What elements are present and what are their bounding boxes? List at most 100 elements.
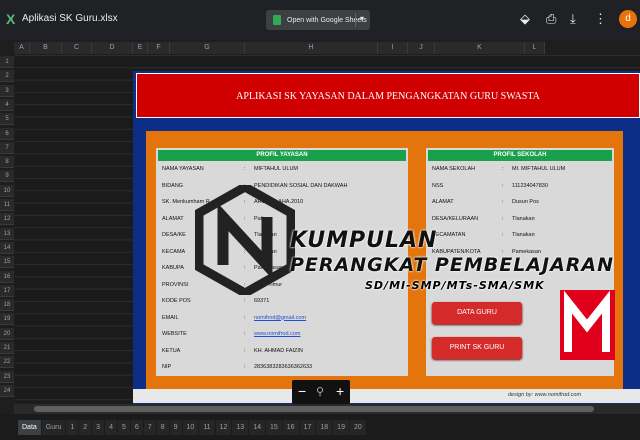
sheet-tab[interactable]: 16: [282, 419, 299, 435]
row-header[interactable]: 4: [0, 98, 14, 111]
sheet-tab[interactable]: 12: [215, 419, 232, 435]
row-header[interactable]: 22: [0, 356, 14, 369]
field-colon: :: [502, 166, 504, 172]
sheet-tab[interactable]: 13: [232, 419, 249, 435]
row-header[interactable]: 3: [0, 84, 14, 97]
row-header[interactable]: 6: [0, 127, 14, 140]
row-header[interactable]: 23: [0, 370, 14, 383]
field-label: DESA/KELURAAN: [432, 215, 479, 222]
row-header[interactable]: 15: [0, 256, 14, 269]
column-header[interactable]: J: [408, 42, 435, 54]
download-icon[interactable]: ⤓: [570, 12, 576, 26]
open-with-sheets-button[interactable]: Open with Google Sheets ▾: [266, 10, 370, 30]
column-header[interactable]: A: [14, 42, 30, 54]
row-header[interactable]: 19: [0, 313, 14, 326]
field-colon: :: [244, 347, 246, 354]
sheet-tab[interactable]: 7: [143, 419, 156, 435]
sheet-tabs: Data Guru 1 2 3 4 5 6 7 8 9 10 11 12 13 14 15 16 17 18 19 20: [0, 414, 640, 440]
field-value: 69371: [254, 298, 270, 304]
field-label: WEBSITE: [162, 331, 187, 337]
print-icon[interactable]: ⎙: [546, 12, 556, 26]
sheet-tab[interactable]: 4: [105, 419, 117, 435]
file-title: Aplikasi SK Guru.xlsx: [22, 13, 118, 24]
sheet-tab[interactable]: 17: [299, 419, 316, 435]
sheet-tab[interactable]: 2: [79, 419, 92, 435]
watermark-line-1: KUMPULAN: [290, 228, 438, 253]
field-label: NSS: [432, 182, 444, 189]
sheet-tab[interactable]: 5: [117, 419, 130, 435]
sheet-tab[interactable]: 6: [130, 419, 143, 435]
avatar[interactable]: d: [619, 10, 637, 28]
row-header[interactable]: 16: [0, 270, 14, 283]
row-header[interactable]: 5: [0, 113, 14, 126]
field-colon: :: [244, 166, 246, 172]
zoom-in-button[interactable]: +: [336, 383, 344, 399]
logo-mark-icon: [564, 290, 610, 352]
column-header[interactable]: E: [133, 42, 148, 54]
field-label: ALAMAT: [432, 199, 454, 205]
zoom-out-button[interactable]: −: [298, 383, 306, 399]
row-header[interactable]: 12: [0, 213, 14, 226]
sheet-tab[interactable]: 10: [182, 419, 199, 435]
row-header[interactable]: 20: [0, 327, 14, 340]
data-guru-button[interactable]: DATA GURU: [432, 302, 522, 324]
sheet-tab[interactable]: 15: [265, 419, 282, 435]
row-header[interactable]: 9: [0, 170, 14, 183]
column-header[interactable]: K: [435, 42, 525, 54]
field-colon: :: [244, 298, 246, 304]
column-header[interactable]: D: [92, 42, 133, 54]
zoom-search-icon[interactable]: ⚲: [316, 385, 324, 398]
row-header[interactable]: 13: [0, 227, 14, 240]
field-label: KETUA: [162, 347, 181, 354]
field-colon: :: [502, 215, 504, 222]
sheet-tab[interactable]: 9: [169, 419, 182, 435]
row-header[interactable]: 17: [0, 284, 14, 297]
column-header[interactable]: B: [30, 42, 62, 54]
sheet-tab[interactable]: 19: [333, 419, 349, 435]
field-value: Tlanakan: [512, 232, 535, 238]
field-label: KODE POS: [162, 298, 191, 304]
sheet-tab[interactable]: 3: [92, 419, 105, 435]
sheet-tab[interactable]: 1: [66, 419, 79, 435]
more-options-icon[interactable]: ⋮: [594, 12, 607, 26]
sheet-tab[interactable]: 14: [249, 419, 265, 435]
column-header[interactable]: H: [245, 42, 378, 54]
field-label: BIDANG: [162, 182, 184, 189]
field-colon: :: [502, 232, 504, 238]
field-value: MI. MIFTAHUL ULUM: [512, 166, 566, 172]
sheet-tab[interactable]: 8: [156, 419, 169, 435]
sheet-tab[interactable]: 20: [349, 419, 366, 435]
horizontal-scrollbar[interactable]: [14, 404, 640, 414]
column-header[interactable]: C: [62, 42, 92, 54]
sheet-tab[interactable]: 11: [199, 419, 215, 435]
column-header[interactable]: I: [378, 42, 408, 54]
column-header[interactable]: L: [525, 42, 545, 54]
row-header[interactable]: 7: [0, 141, 14, 154]
divider: [355, 13, 356, 27]
row-header[interactable]: 11: [0, 199, 14, 211]
print-sk-button[interactable]: PRINT SK GURU: [432, 337, 522, 359]
field-label: ALAMAT: [162, 215, 184, 222]
add-to-drive-icon[interactable]: ⬙: [520, 12, 530, 26]
column-header[interactable]: F: [148, 42, 170, 54]
field-label: NIP: [162, 364, 172, 370]
row-header[interactable]: 14: [0, 241, 14, 254]
watermark-line-3: SD/MI-SMP/MTs-SMA/SMK: [365, 279, 545, 292]
watermark-line-2: PERANGKAT PEMBELAJARAN: [290, 254, 615, 276]
row-header[interactable]: 18: [0, 299, 14, 312]
sheet-tab[interactable]: Guru: [41, 419, 66, 435]
row-header[interactable]: 24: [0, 384, 14, 397]
column-header[interactable]: G: [170, 42, 245, 54]
row-header[interactable]: 21: [0, 342, 14, 354]
sheet-tab[interactable]: Data: [18, 419, 41, 435]
row-header[interactable]: 2: [0, 70, 14, 83]
chevron-down-icon[interactable]: ▾: [360, 14, 364, 23]
sheet-tab[interactable]: 18: [316, 419, 333, 435]
viewer-toolbar: X Aplikasi SK Guru.xlsx Open with Google…: [0, 0, 640, 40]
scrollbar-thumb[interactable]: [34, 406, 594, 412]
row-header[interactable]: 8: [0, 156, 14, 169]
row-header[interactable]: 10: [0, 184, 14, 197]
field-value: www.nomifrod.com: [254, 331, 301, 337]
row-header[interactable]: 1: [0, 56, 14, 68]
field-value: Tlanakan: [512, 215, 535, 222]
